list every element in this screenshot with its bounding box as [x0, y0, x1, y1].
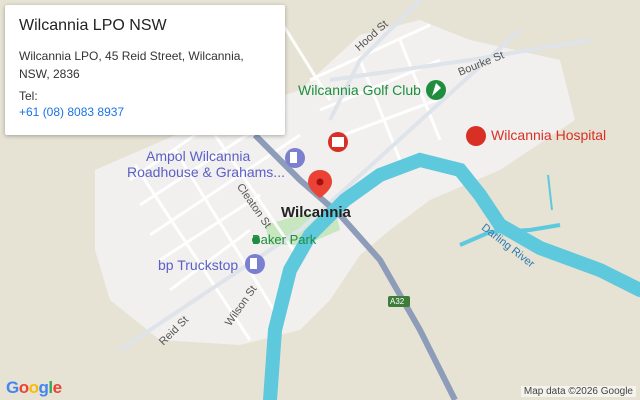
- town-label: Wilcannia: [281, 204, 351, 221]
- hospital-icon: [466, 126, 486, 146]
- ampol-label-line1[interactable]: Ampol Wilcannia: [146, 148, 250, 164]
- baker-park-label[interactable]: Baker Park: [252, 232, 316, 247]
- ampol-label-line2[interactable]: Roadhouse & Grahams...: [127, 164, 285, 180]
- info-window-address: Wilcannia LPO, 45 Reid Street, Wilcannia…: [19, 49, 244, 81]
- info-window: Wilcannia LPO NSW Wilcannia LPO, 45 Reid…: [5, 5, 285, 135]
- hospital-label[interactable]: Wilcannia Hospital: [491, 127, 606, 143]
- google-logo: Google: [6, 378, 62, 397]
- map-attribution[interactable]: Map data ©2026 Google: [520, 386, 636, 397]
- info-window-tel-label: Tel:: [19, 89, 38, 103]
- golf-club-label[interactable]: Wilcannia Golf Club: [298, 82, 421, 98]
- phone-link[interactable]: +61 (08) 8083 8937: [19, 105, 271, 119]
- info-window-title: Wilcannia LPO NSW: [19, 17, 167, 34]
- a32-shield-label: A32: [390, 297, 405, 306]
- bp-label[interactable]: bp Truckstop: [158, 257, 238, 273]
